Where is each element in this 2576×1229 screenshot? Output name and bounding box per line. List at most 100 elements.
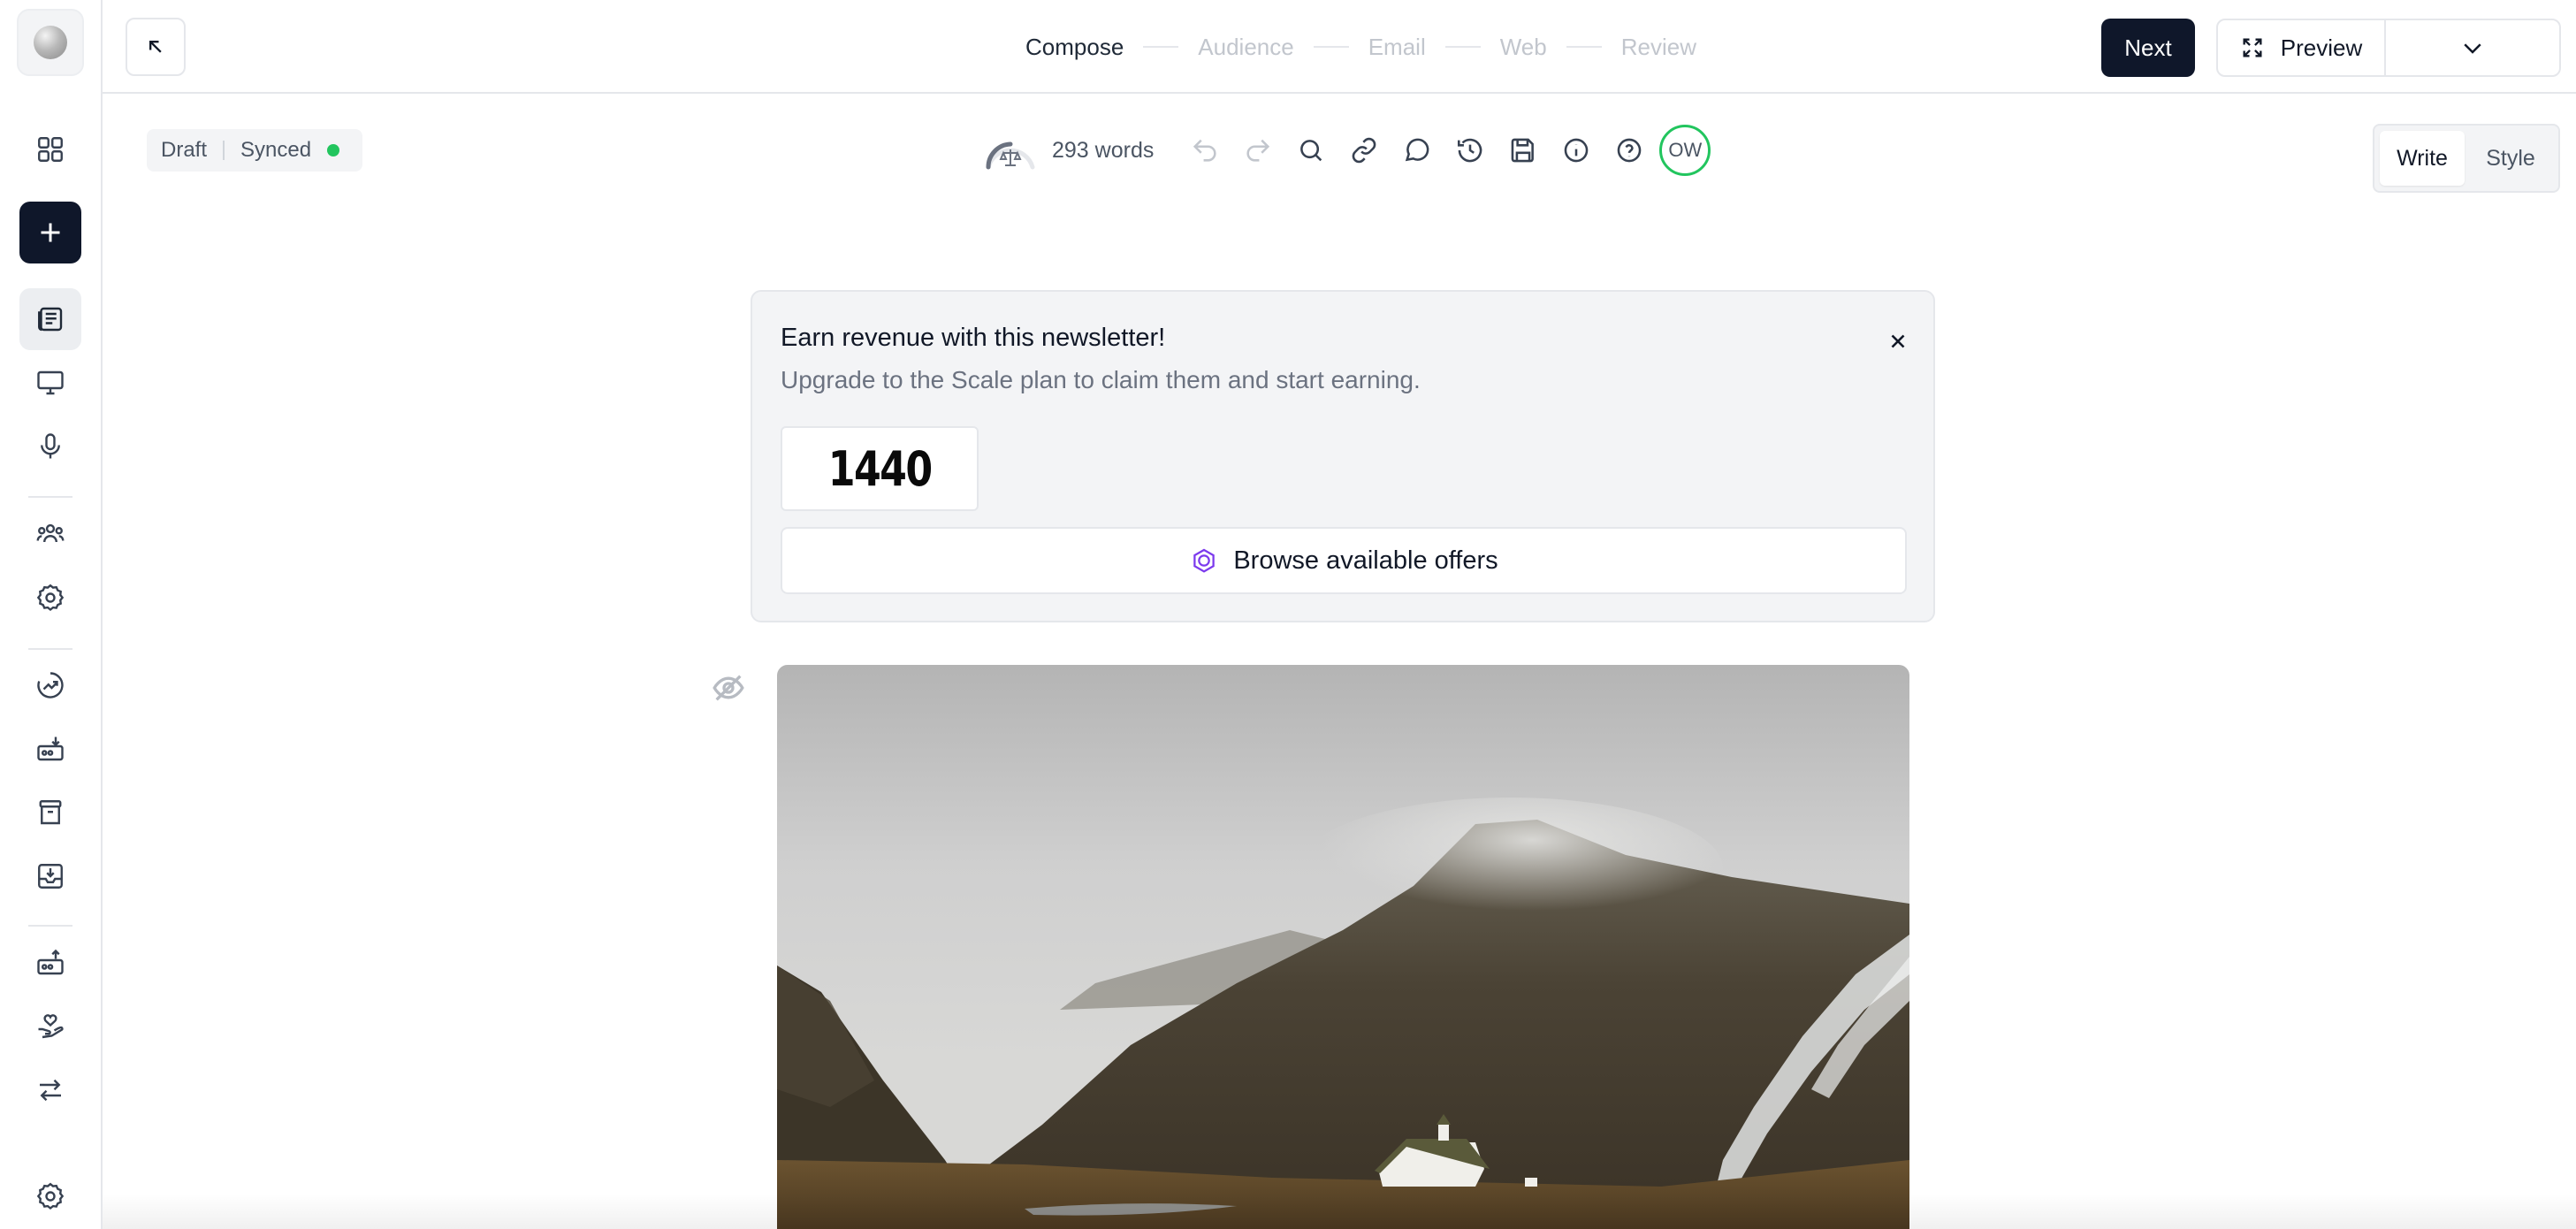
help-icon xyxy=(1618,138,1642,163)
sidebar-divider xyxy=(28,648,72,650)
back-button[interactable] xyxy=(126,18,186,76)
new-post-button[interactable] xyxy=(19,202,81,263)
app-root: Compose Audience Email Web Review Next P… xyxy=(0,0,2576,1229)
sidebar-divider xyxy=(28,496,72,498)
step-email[interactable]: Email xyxy=(1368,34,1426,61)
offers-badge-icon xyxy=(1193,548,1216,573)
audience-icon xyxy=(36,523,65,543)
style-mode-tab[interactable]: Style xyxy=(2468,131,2553,186)
write-mode-tab[interactable]: Write xyxy=(2380,131,2465,186)
sidebar-automations[interactable] xyxy=(19,1059,81,1121)
close-offer-button[interactable] xyxy=(1880,324,1916,359)
logo-orb xyxy=(34,26,67,59)
store-icon xyxy=(39,800,62,825)
inbox-icon xyxy=(38,864,63,889)
search-button[interactable] xyxy=(1284,124,1338,177)
sidebar-export[interactable] xyxy=(19,932,81,994)
workspace-logo[interactable] xyxy=(17,9,84,76)
write-style-toggle: Write Style xyxy=(2373,124,2560,193)
eye-off-icon xyxy=(713,675,744,701)
next-button[interactable]: Next xyxy=(2101,19,2195,77)
redo-icon xyxy=(1246,139,1270,162)
sidebar-divider xyxy=(28,925,72,927)
sidebar-website[interactable] xyxy=(19,352,81,414)
monitor-icon xyxy=(37,370,64,395)
swap-icon xyxy=(40,1079,61,1102)
sidebar-import[interactable] xyxy=(19,718,81,780)
hand-heart-icon xyxy=(38,1014,64,1039)
growth-icon xyxy=(37,672,64,698)
sidebar-shop[interactable] xyxy=(19,782,81,844)
posts-icon xyxy=(38,307,63,332)
chevron-down-icon xyxy=(2464,43,2481,54)
step-connector xyxy=(1313,46,1349,48)
history-button[interactable] xyxy=(1444,124,1497,177)
sync-status-dot xyxy=(327,144,340,156)
preview-label: Preview xyxy=(2280,34,2363,61)
plus-icon xyxy=(41,223,60,242)
hide-block-toggle[interactable] xyxy=(709,668,748,707)
partner-logo-text: 1440 xyxy=(827,440,933,497)
top-bar: Compose Audience Email Web Review xyxy=(103,0,2576,94)
info-button[interactable] xyxy=(1550,124,1603,177)
step-progress: Compose Audience Email Web Review xyxy=(1025,0,1696,94)
history-icon xyxy=(1458,138,1482,163)
step-review[interactable]: Review xyxy=(1621,34,1696,61)
offer-subtitle: Upgrade to the Scale plan to claim them … xyxy=(781,366,1421,393)
sidebar-dashboard[interactable] xyxy=(19,118,81,180)
link-icon xyxy=(1353,137,1376,164)
sidebar-inbox[interactable] xyxy=(19,845,81,907)
offer-title: Earn revenue with this newsletter! xyxy=(781,324,1166,352)
step-web[interactable]: Web xyxy=(1500,34,1547,61)
sidebar-settings[interactable] xyxy=(19,1165,81,1227)
search-icon xyxy=(1300,140,1322,162)
step-connector xyxy=(1444,46,1481,48)
undo-icon xyxy=(1193,139,1216,162)
link-button[interactable] xyxy=(1338,124,1391,177)
sync-label: Synced xyxy=(240,138,312,162)
partner-logo[interactable]: 1440 xyxy=(781,426,979,511)
upload-box-icon xyxy=(37,949,64,975)
post-status-badge: Draft Synced xyxy=(147,129,362,172)
close-icon xyxy=(1891,334,1905,348)
sidebar-podcast[interactable] xyxy=(19,416,81,477)
help-button[interactable] xyxy=(1603,124,1656,177)
expand-icon xyxy=(2243,38,2262,57)
sidebar xyxy=(0,0,103,1229)
microphone-icon xyxy=(41,433,60,459)
dashboard-icon xyxy=(38,137,63,162)
settings-icon xyxy=(36,584,65,612)
download-box-icon xyxy=(37,737,64,761)
editor-toolbar: 293 words OW xyxy=(981,124,1711,177)
step-compose[interactable]: Compose xyxy=(1025,34,1124,61)
header-image[interactable] xyxy=(777,665,1909,1229)
browse-offers-label: Browse available offers xyxy=(1233,546,1498,575)
draft-label: Draft xyxy=(161,138,208,162)
landscape-photo xyxy=(777,665,1909,1229)
preview-button[interactable]: Preview xyxy=(2218,20,2386,75)
comment-icon xyxy=(1406,138,1429,162)
sidebar-grow[interactable] xyxy=(19,654,81,716)
preview-options-button[interactable] xyxy=(2386,20,2559,75)
redo-button[interactable] xyxy=(1231,124,1284,177)
sidebar-settings-top[interactable] xyxy=(19,567,81,629)
collaborator-avatar[interactable]: OW xyxy=(1659,125,1711,176)
readability-gauge-icon[interactable] xyxy=(981,128,1040,172)
preview-button-group: Preview xyxy=(2216,19,2561,77)
save-button[interactable] xyxy=(1497,124,1550,177)
undo-button[interactable] xyxy=(1178,124,1231,177)
sidebar-donations[interactable] xyxy=(19,996,81,1057)
status-separator xyxy=(223,141,225,160)
word-count: 293 words xyxy=(1052,137,1155,163)
settings-icon xyxy=(36,1182,65,1210)
sidebar-posts[interactable] xyxy=(19,288,81,350)
comments-button[interactable] xyxy=(1391,124,1444,177)
sponsor-offer-card: Earn revenue with this newsletter! Upgra… xyxy=(751,290,1935,622)
sidebar-audience[interactable] xyxy=(19,503,81,565)
arrow-up-left-icon xyxy=(149,41,162,53)
step-connector xyxy=(1566,46,1602,48)
step-connector xyxy=(1143,46,1179,48)
browse-offers-button[interactable]: Browse available offers xyxy=(781,527,1907,594)
step-audience[interactable]: Audience xyxy=(1198,34,1293,61)
save-icon xyxy=(1512,138,1535,163)
